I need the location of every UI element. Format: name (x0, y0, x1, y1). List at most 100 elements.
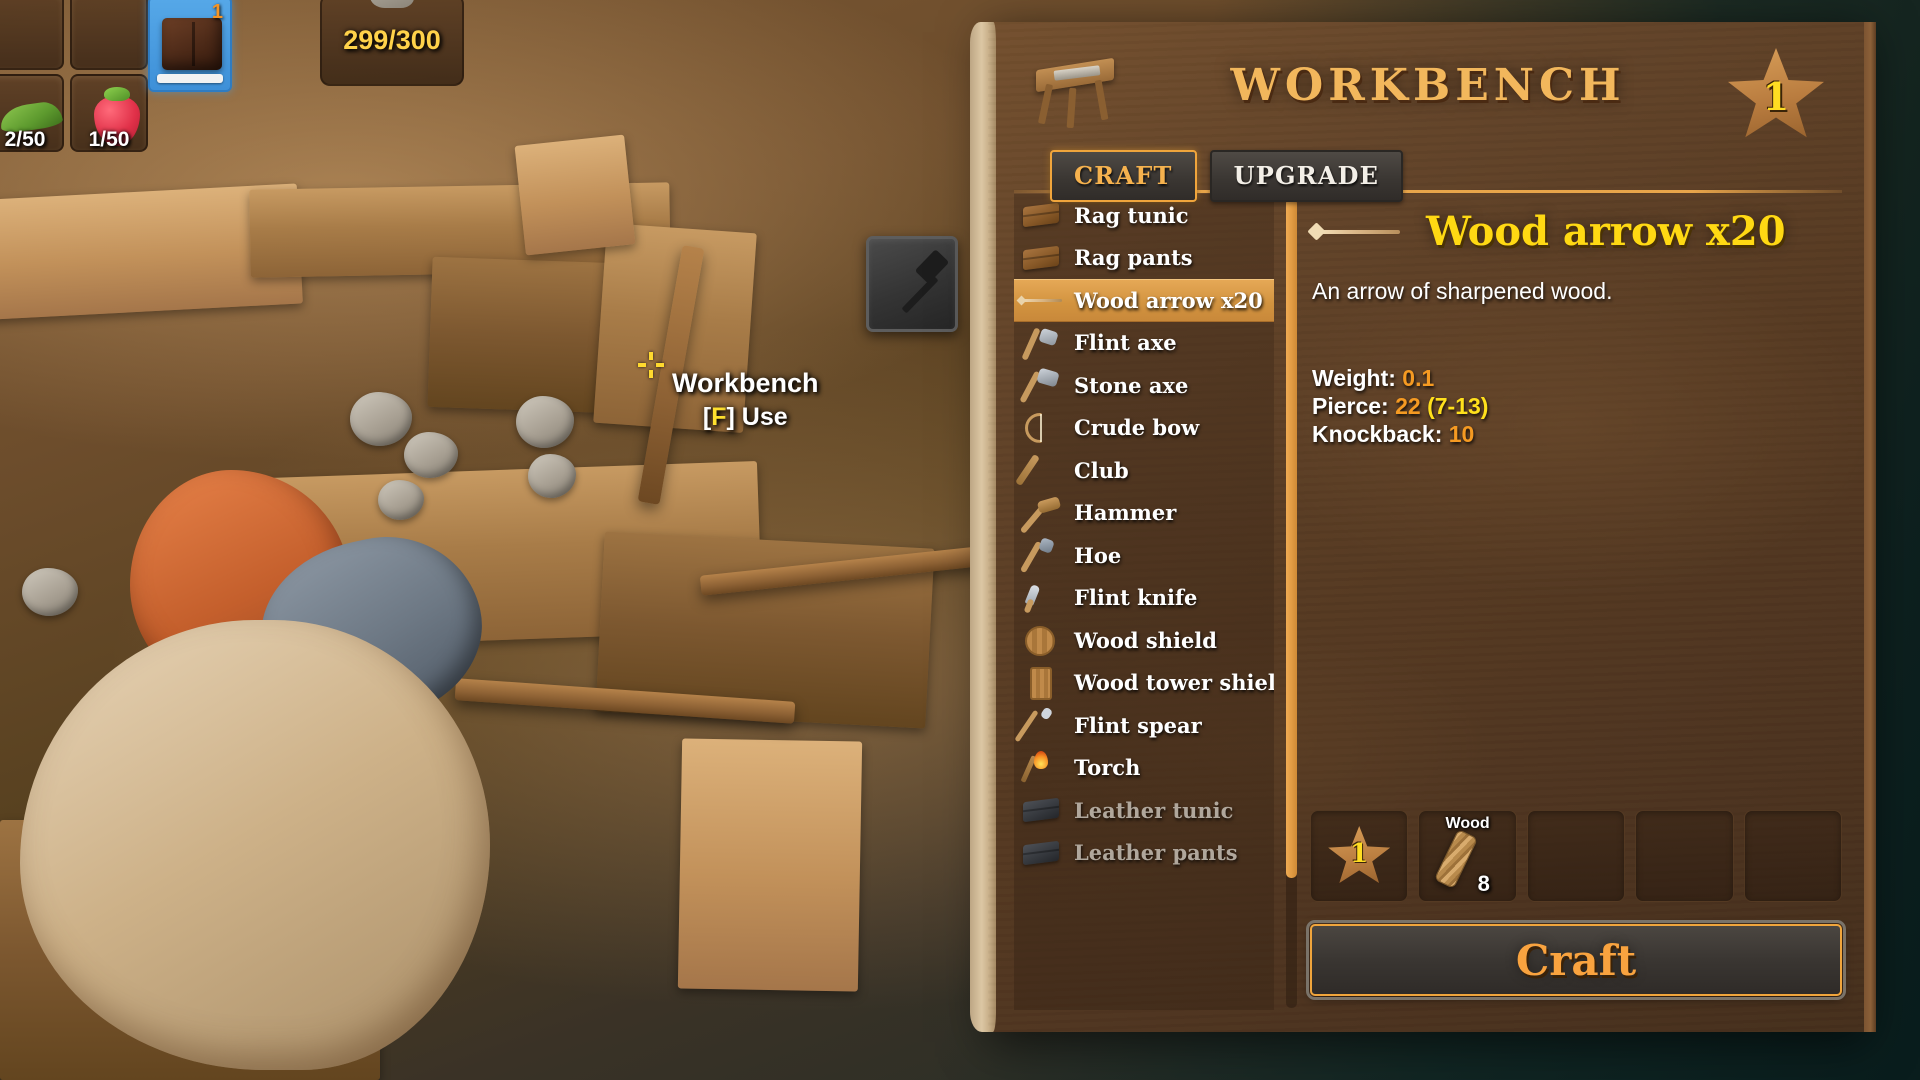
stat-label: Pierce: (1312, 393, 1389, 420)
cloth-icon (1018, 239, 1064, 277)
food-slot-2[interactable]: 18/50 (70, 0, 148, 70)
prompt-key: F (711, 403, 727, 431)
recipe-row-label: Crude bow (1074, 415, 1200, 441)
recipe-row-wood-shield[interactable]: Wood shield (1014, 619, 1274, 662)
recipe-row-label: Flint spear (1074, 712, 1202, 738)
stat-value: 10 (1448, 421, 1475, 448)
stat-label: Knockback: (1312, 421, 1443, 448)
equipped-item-slot[interactable]: 1 (148, 0, 232, 92)
hotbar-food-row-2: 2/50 1/50 (0, 74, 148, 152)
recipe-row-wood-arrow-x20[interactable]: Wood arrow x20 (1014, 279, 1274, 322)
recipe-scrollbar[interactable] (1286, 198, 1297, 1008)
food-slot-3-count: 2/50 (4, 128, 46, 151)
recipe-row-label: Wood shield (1074, 627, 1217, 653)
recipe-row-flint-knife[interactable]: Flint knife (1014, 577, 1274, 620)
game-screen: /20 18/50 2/50 1/50 1 299/300 Workbench (0, 0, 1920, 1080)
recipe-row-label: Club (1074, 457, 1129, 483)
leather-icon (1018, 791, 1064, 829)
recipe-row-label: Hammer (1074, 500, 1177, 526)
spear-icon (1014, 706, 1064, 744)
recipe-row-hoe[interactable]: Hoe (1014, 534, 1274, 577)
recipe-row-flint-spear[interactable]: Flint spear (1014, 704, 1274, 747)
recipe-row-hammer[interactable]: Hammer (1014, 492, 1274, 535)
recipe-row-label: Rag tunic (1074, 202, 1189, 228)
recipe-row-leather-pants[interactable]: Leather pants (1014, 832, 1274, 875)
prompt-action: Use (741, 403, 788, 431)
recipe-row-club[interactable]: Club (1014, 449, 1274, 492)
recipe-detail-panel: Wood arrow x20 An arrow of sharpened woo… (1306, 194, 1846, 1010)
hammer-icon[interactable] (866, 236, 958, 332)
detail-description: An arrow of sharpened wood. (1312, 278, 1613, 304)
club-icon (1015, 451, 1064, 489)
floor-plank (514, 134, 636, 256)
equipped-item-slot-wrap: 1 (148, 0, 232, 92)
crafting-panel: WORKBENCH 1 CRAFT UPGRADE Rag tunic Rag pa… (970, 22, 1876, 1032)
detail-stats-list: Weight: 0.1 Pierce: 22 (7-13) Knockback: 1… (1312, 364, 1488, 448)
recipe-row-torch[interactable]: Torch (1014, 747, 1274, 790)
player-arm (20, 620, 490, 1070)
station-level-value: 1 (1762, 74, 1790, 119)
recipe-scrollbar-thumb[interactable] (1286, 198, 1297, 879)
stat-label: Weight: (1312, 365, 1396, 391)
food-slot-3[interactable]: 2/50 (0, 74, 64, 152)
health-value: 299/300 (343, 24, 441, 55)
hoe-icon (1018, 536, 1064, 574)
tower-shield-icon (1018, 664, 1064, 702)
stat-range: (7-13) (1427, 393, 1489, 420)
ingredient-quantity: 8 (1477, 871, 1490, 896)
recipe-row-wood-tower-shield[interactable]: Wood tower shield (1014, 662, 1274, 705)
prompt-bracket-open: [ (702, 403, 712, 431)
tab-label: UPGRADE (1233, 161, 1380, 190)
recipe-row-label: Leather tunic (1074, 797, 1234, 823)
health-meter: 299/300 (320, 0, 464, 86)
floor-plank (677, 738, 863, 992)
tab-bar: CRAFT UPGRADE (1050, 150, 1404, 202)
recipe-row-label: Rag pants (1074, 245, 1193, 271)
recipe-list[interactable]: Rag tunic Rag pants Wood arrow x20 Flint ax… (1014, 194, 1274, 1010)
wood-icon (1434, 829, 1479, 889)
crosshair-icon (638, 352, 664, 378)
recipe-row-label: Hoe (1074, 542, 1122, 568)
recipe-row-leather-tunic[interactable]: Leather tunic (1014, 789, 1274, 832)
prompt-target-name: Workbench (672, 368, 819, 398)
stone-decoration (370, 0, 414, 8)
stat-value: 0.1 (1402, 365, 1435, 391)
recipe-row-rag-pants[interactable]: Rag pants (1014, 237, 1274, 280)
recipe-row-flint-axe[interactable]: Flint axe (1014, 322, 1274, 365)
food-slot-4-count: 1/50 (88, 128, 130, 151)
bow-icon (1018, 409, 1064, 447)
star-icon: 1 (1328, 826, 1391, 886)
stat-value: 22 (1395, 393, 1421, 420)
food-slot-1[interactable]: /20 (0, 0, 64, 70)
ingredient-slot-empty (1635, 810, 1734, 902)
ingredient-slot-empty (1743, 810, 1843, 902)
food-slot-4[interactable]: 1/50 (70, 74, 148, 152)
recipe-row-crude-bow[interactable]: Crude bow (1014, 407, 1274, 450)
tab-craft[interactable]: CRAFT (1050, 150, 1197, 202)
recipe-row-label: Leather pants (1074, 840, 1238, 866)
ingredient-slot-empty (1526, 810, 1626, 902)
quality-level-value: 1 (1350, 839, 1369, 869)
stone-axe-icon (1018, 366, 1064, 404)
recipe-row-label: Wood tower shield (1074, 670, 1274, 696)
recipe-row-label: Stone axe (1074, 372, 1189, 398)
leather-icon (1018, 834, 1064, 872)
arrow-icon (1307, 219, 1406, 243)
tab-label: CRAFT (1074, 161, 1173, 190)
prompt-bracket-close: ] (726, 403, 735, 431)
hotbar-food-row: /20 18/50 (0, 0, 148, 70)
craft-button[interactable]: Craft (1306, 920, 1846, 1000)
ingredient-name: Wood (1445, 815, 1490, 832)
recipe-row-label: Flint knife (1074, 585, 1198, 611)
prompt-use-line: [F] Use (672, 403, 819, 432)
recipe-row-label: Torch (1074, 755, 1141, 781)
axe-icon (1018, 324, 1064, 362)
equipped-item-quantity: 1 (211, 1, 223, 23)
tab-upgrade[interactable]: UPGRADE (1209, 150, 1404, 202)
hammer-icon (1018, 494, 1064, 534)
interaction-prompt: Workbench [F] Use (672, 368, 819, 432)
recipe-row-stone-axe[interactable]: Stone axe (1014, 364, 1274, 407)
detail-item-title: Wood arrow x20 (1426, 207, 1786, 255)
torch-icon (1018, 749, 1064, 787)
durability-bar-bottom (157, 74, 223, 83)
